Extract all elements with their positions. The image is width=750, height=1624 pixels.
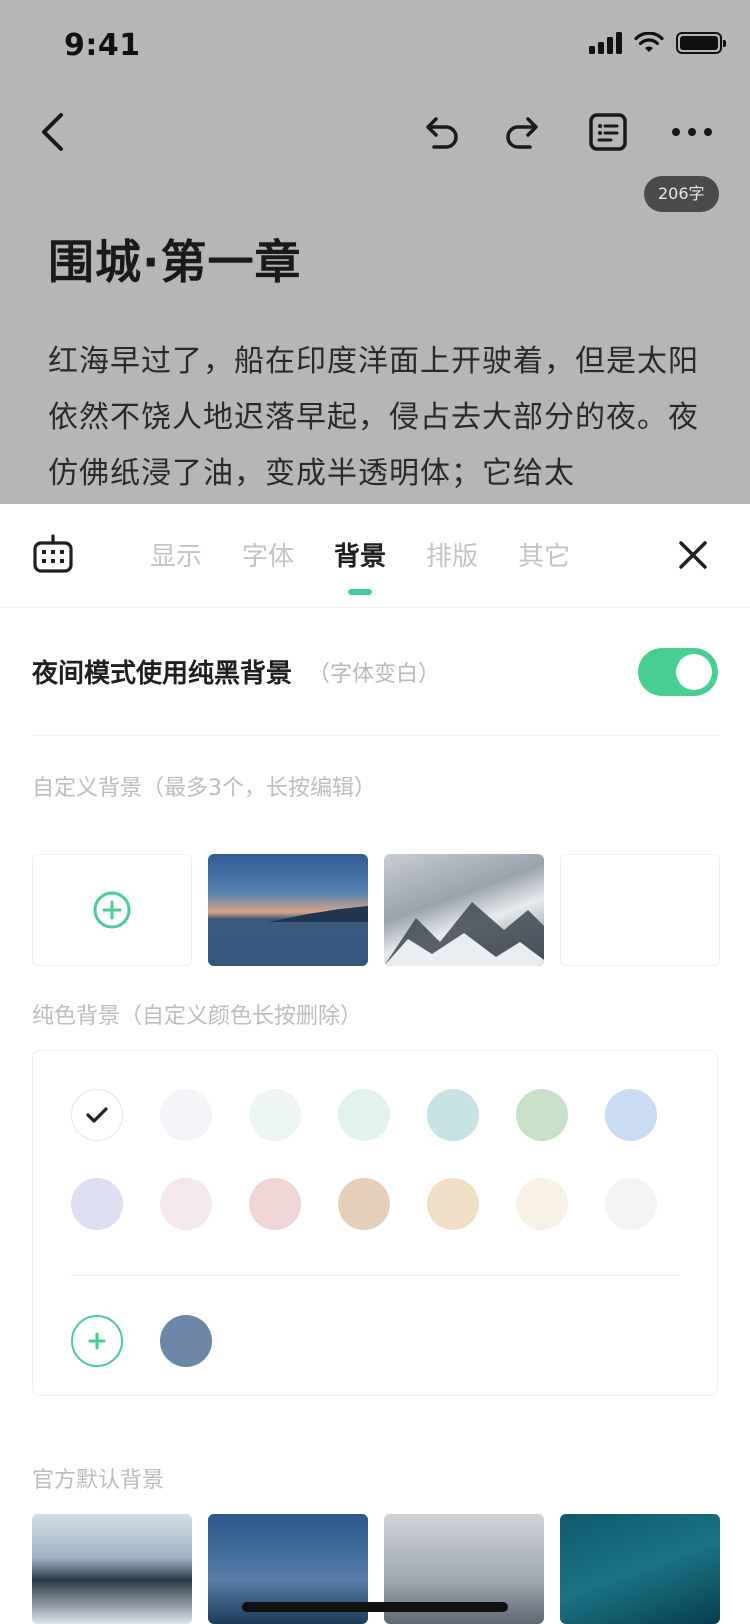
tab-display[interactable]: 显示	[150, 536, 202, 573]
checkmark-icon	[86, 1107, 108, 1123]
add-color-button[interactable]	[71, 1315, 123, 1367]
keyboard-icon	[33, 534, 73, 573]
tab-other[interactable]: 其它	[518, 536, 570, 573]
color-swatch[interactable]	[160, 1089, 212, 1141]
more-dots-icon	[672, 128, 712, 136]
custom-bg-row	[32, 854, 720, 966]
plus-circle-icon	[93, 891, 131, 929]
color-swatch[interactable]	[249, 1178, 301, 1230]
add-custom-bg-button[interactable]	[32, 854, 192, 966]
night-mode-row: 夜间模式使用纯黑背景 （字体变白）	[32, 608, 718, 736]
color-swatch[interactable]	[516, 1178, 568, 1230]
back-button[interactable]	[30, 104, 74, 160]
color-swatch[interactable]	[249, 1089, 301, 1141]
undo-button[interactable]	[416, 106, 464, 158]
outline-button[interactable]	[584, 106, 632, 158]
status-time: 9:41	[64, 28, 141, 63]
color-swatch[interactable]	[71, 1178, 123, 1230]
redo-button[interactable]	[500, 106, 548, 158]
tab-layout[interactable]: 排版	[426, 536, 478, 573]
redo-icon	[506, 117, 538, 149]
solid-color-card	[32, 1050, 718, 1396]
tab-background[interactable]: 背景	[334, 536, 386, 595]
official-bg-thumbnail[interactable]	[560, 1514, 720, 1624]
settings-tabbar: 显示 字体 背景 排版 其它	[0, 504, 750, 608]
custom-bg-empty-slot[interactable]	[560, 854, 720, 966]
official-bg-section-title: 官方默认背景	[32, 1468, 165, 1493]
close-icon	[679, 541, 707, 569]
cellular-signal-icon	[589, 32, 622, 54]
card-divider	[71, 1275, 679, 1276]
color-swatch[interactable]	[605, 1178, 657, 1230]
night-mode-label: 夜间模式使用纯黑背景	[32, 659, 293, 689]
tab-font[interactable]: 字体	[242, 536, 294, 573]
wifi-icon	[634, 32, 664, 52]
solid-bg-section-title: 纯色背景（自定义颜色长按删除）	[32, 1004, 363, 1029]
color-swatch[interactable]	[338, 1089, 390, 1141]
close-button[interactable]	[676, 538, 712, 574]
more-button[interactable]	[664, 106, 720, 158]
color-swatch[interactable]	[516, 1089, 568, 1141]
list-icon	[589, 113, 627, 151]
custom-bg-section-title: 自定义背景（最多3个，长按编辑）	[32, 776, 376, 801]
document-title[interactable]: 围城·第一章	[48, 226, 301, 292]
plus-icon	[88, 1332, 106, 1350]
background-settings-sheet: 显示 字体 背景 排版 其它 夜间模式使用纯黑背景 （字体变白） 自定义背景（最…	[0, 504, 750, 1624]
custom-bg-sea-thumbnail[interactable]	[208, 854, 368, 966]
battery-icon	[676, 32, 726, 54]
custom-color-swatch[interactable]	[160, 1315, 212, 1367]
night-mode-toggle[interactable]	[638, 648, 718, 696]
color-swatch[interactable]	[427, 1089, 479, 1141]
custom-bg-mountain-thumbnail[interactable]	[384, 854, 544, 966]
color-swatch[interactable]	[71, 1089, 123, 1141]
word-count-badge: 206字	[644, 176, 719, 212]
status-icons	[589, 32, 726, 54]
document-body[interactable]: 红海早过了，船在印度洋面上开驶着，但是太阳依然不饶人地迟落早起，侵占去大部分的夜…	[48, 334, 708, 502]
official-bg-thumbnail[interactable]	[32, 1514, 192, 1624]
settings-tabs: 显示 字体 背景 排版 其它	[150, 536, 570, 595]
color-swatch[interactable]	[605, 1089, 657, 1141]
keyboard-button[interactable]	[32, 534, 76, 578]
home-indicator	[242, 1602, 508, 1612]
undo-icon	[426, 117, 458, 149]
color-swatch[interactable]	[427, 1178, 479, 1230]
night-mode-sub-label: （字体变白）	[308, 661, 441, 687]
color-swatch[interactable]	[338, 1178, 390, 1230]
editor-background: 9:41 206字 围城·第一章 红海早过了，船在印度洋面上开驶着，但是太阳依然…	[0, 0, 750, 504]
color-swatch[interactable]	[160, 1178, 212, 1230]
chevron-left-icon	[42, 113, 63, 151]
